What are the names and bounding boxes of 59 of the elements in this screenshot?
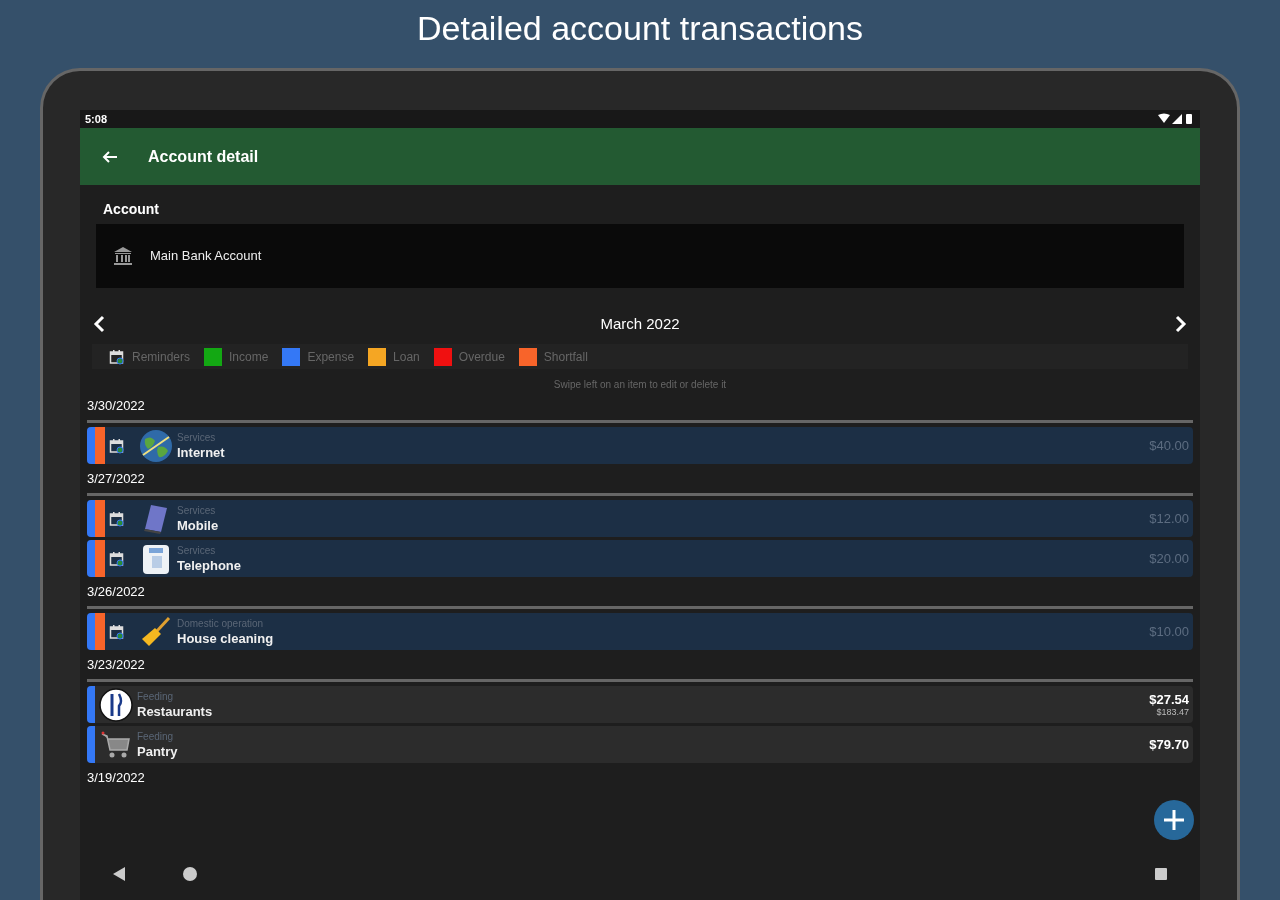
legend-label: Expense [307,348,355,366]
amount: $27.54 [1149,692,1189,706]
amount: $12.00 [1149,512,1189,525]
reminder-icon [109,550,125,567]
headline: Detailed account transactions [416,8,863,49]
reminder-icon [109,437,125,454]
nav-recents-icon[interactable] [1154,867,1168,881]
screen-title: Account detail [148,146,259,167]
transaction-name: Pantry [137,744,178,758]
globe-icon [139,428,173,463]
legend-label: Reminders [132,348,191,366]
amount: $20.00 [1149,552,1189,565]
month-label: March 2022 [600,313,680,334]
date-heading: 3/27/2022 [87,470,146,488]
account-name: Main Bank Account [150,247,262,266]
category-label: Services [177,432,217,443]
cutlery-icon [99,687,133,722]
transaction-name: Telephone [177,558,242,572]
swipe-hint: Swipe left on an item to edit or delete it [552,378,728,391]
legend-label: Overdue [458,348,505,366]
account-selector[interactable]: Main Bank Account [96,224,1184,288]
balance: $183.47 [1156,707,1189,717]
plus-icon [1162,808,1186,832]
transaction-name: Internet [177,445,225,459]
category-label: Services [177,545,217,556]
transaction-row[interactable]: Services Internet $40.00 [87,427,1193,464]
bank-icon [113,246,133,266]
category-label: Feeding [137,731,175,742]
transaction-name: House cleaning [177,631,274,645]
transaction-row[interactable]: Services Telephone $20.00 [87,540,1193,577]
amount: $79.70 [1149,738,1189,751]
legend-label: Shortfall [543,348,588,366]
category-label: Domestic operation [177,618,265,629]
legend-label: Income [229,348,269,366]
transaction-row[interactable]: Services Mobile $12.00 [87,500,1193,537]
date-heading: 3/26/2022 [87,583,146,601]
transaction-row[interactable]: Feeding Restaurants $27.54 $183.47 [87,686,1193,723]
status-icons [1157,113,1195,125]
amount: $40.00 [1149,439,1189,452]
category-label: Services [177,505,217,516]
amount: $10.00 [1149,625,1189,638]
back-arrow-icon[interactable] [102,148,118,165]
transaction-row[interactable]: Feeding Pantry $79.70 [87,726,1193,763]
reminder-icon [109,348,125,365]
reminder-icon [109,623,125,640]
nav-home-icon[interactable] [182,866,198,882]
add-button[interactable] [1154,800,1194,840]
reminder-icon [109,510,125,527]
status-time: 5:08 [85,111,108,127]
legend-label: Loan [393,348,420,366]
nav-back-icon[interactable] [112,866,126,882]
transaction-name: Mobile [177,518,219,532]
transaction-name: Restaurants [137,704,213,718]
account-label: Account [103,200,160,217]
category-label: Feeding [137,691,175,702]
transaction-row[interactable]: Domestic operation House cleaning $10.00 [87,613,1193,650]
date-heading: 3/30/2022 [87,397,146,415]
date-heading: 3/19/2022 [87,769,146,787]
date-heading: 3/23/2022 [87,656,146,674]
